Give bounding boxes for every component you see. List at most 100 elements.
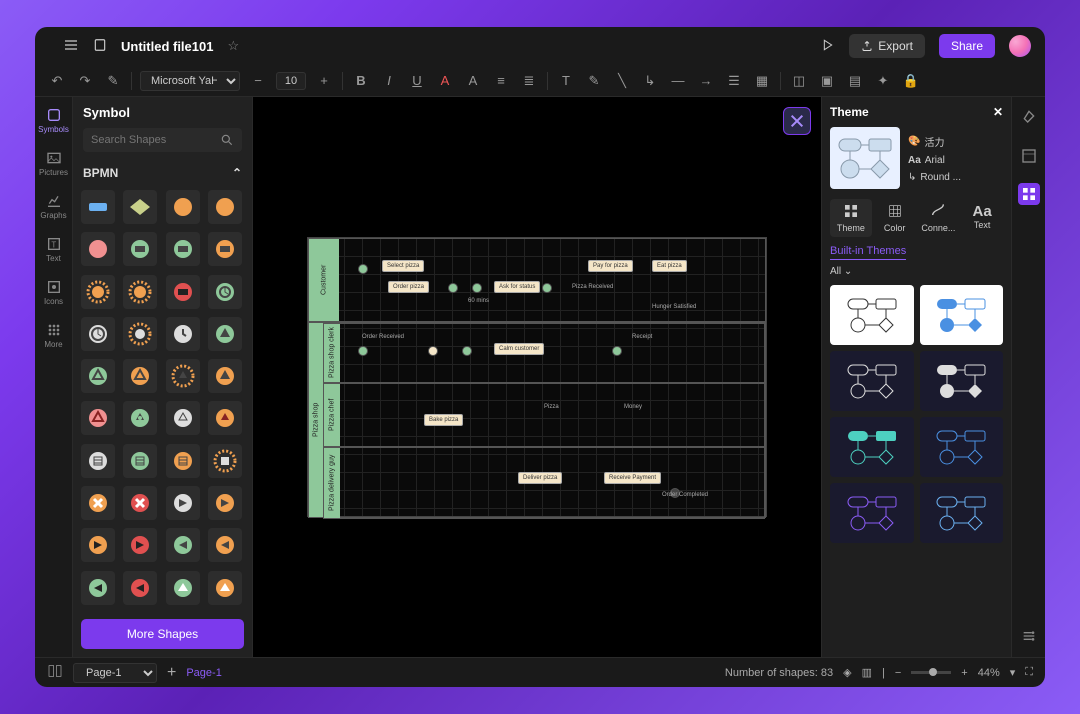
zoom-out-button[interactable]: − [895, 667, 901, 679]
tab-connector[interactable]: Conne... [918, 199, 960, 237]
shape-item[interactable] [208, 444, 242, 478]
shape-item[interactable] [81, 359, 115, 393]
pages-icon[interactable]: ▥ [862, 666, 872, 679]
shape-item[interactable] [208, 486, 242, 520]
rail-icons[interactable]: Icons [38, 275, 70, 310]
theme-card[interactable] [920, 285, 1004, 345]
theme-card[interactable] [830, 483, 914, 543]
play-button[interactable] [819, 37, 835, 56]
zoom-slider[interactable] [911, 671, 951, 674]
ai-assist-icon[interactable] [783, 107, 811, 135]
rail-layout-icon[interactable] [1018, 145, 1040, 167]
bold-icon[interactable]: B [351, 71, 371, 91]
font-size-plus[interactable]: + [314, 71, 334, 91]
shape-item[interactable] [208, 232, 242, 266]
canvas[interactable]: Customer Pizza shop Pizza shop clerk Piz… [253, 97, 821, 657]
shape-item[interactable] [123, 232, 157, 266]
align-vertical-icon[interactable]: ≣ [519, 71, 539, 91]
shape-item[interactable] [81, 232, 115, 266]
page-tab[interactable]: Page-1 [186, 667, 221, 679]
hamburger-menu[interactable] [63, 37, 79, 56]
close-icon[interactable]: ✕ [993, 105, 1003, 119]
list-icon[interactable]: ☰ [724, 71, 744, 91]
shape-item[interactable] [166, 359, 200, 393]
italic-icon[interactable]: I [379, 71, 399, 91]
tab-text[interactable]: Aa Text [961, 199, 1003, 237]
shape-item[interactable] [208, 528, 242, 562]
zoom-level[interactable]: 44% [978, 667, 1000, 679]
file-title[interactable]: Untitled file101 [121, 39, 213, 54]
underline-icon[interactable]: U [407, 71, 427, 91]
outline-icon[interactable] [47, 663, 63, 682]
shape-item[interactable] [123, 528, 157, 562]
zoom-in-button[interactable]: + [961, 667, 967, 679]
shape-item[interactable] [81, 444, 115, 478]
rail-paint-icon[interactable] [1018, 107, 1040, 129]
shape-item[interactable] [166, 486, 200, 520]
tab-color[interactable]: Color [874, 199, 916, 237]
shape-item[interactable] [208, 359, 242, 393]
layer-icon[interactable]: ◫ [789, 71, 809, 91]
tab-theme[interactable]: Theme [830, 199, 872, 237]
rail-more[interactable]: More [38, 318, 70, 353]
pen-tool-icon[interactable]: ✎ [584, 71, 604, 91]
shape-item[interactable] [81, 486, 115, 520]
shape-item[interactable] [166, 401, 200, 435]
shape-item[interactable] [208, 190, 242, 224]
shape-item[interactable] [208, 275, 242, 309]
font-size-input[interactable] [276, 72, 306, 90]
arrow-style-icon[interactable]: → [696, 71, 716, 91]
more-shapes-button[interactable]: More Shapes [81, 619, 244, 649]
shape-item[interactable] [123, 275, 157, 309]
theme-card[interactable] [920, 351, 1004, 411]
rail-settings-icon[interactable] [1018, 625, 1040, 647]
fullscreen-icon[interactable]: ⛶ [1025, 666, 1033, 679]
effects-icon[interactable]: ✦ [873, 71, 893, 91]
search-icon[interactable] [220, 133, 234, 152]
shape-item[interactable] [166, 528, 200, 562]
shape-item[interactable] [123, 359, 157, 393]
theme-filter[interactable]: All ⌄ [830, 266, 1003, 277]
rail-pictures[interactable]: Pictures [38, 146, 70, 181]
undo-icon[interactable]: ↶ [47, 71, 67, 91]
rail-graphs[interactable]: Graphs [38, 189, 70, 224]
font-color-icon[interactable]: A [435, 71, 455, 91]
layers-icon[interactable]: ◈ [843, 666, 851, 679]
rail-text[interactable]: T Text [38, 232, 70, 267]
shape-item[interactable] [166, 317, 200, 351]
theme-card[interactable] [830, 285, 914, 345]
shape-item[interactable] [123, 486, 157, 520]
line-weight-icon[interactable]: — [668, 71, 688, 91]
shape-item[interactable] [81, 275, 115, 309]
shape-item[interactable] [123, 444, 157, 478]
shape-item[interactable] [123, 401, 157, 435]
font-size-minus[interactable]: − [248, 71, 268, 91]
shape-item[interactable] [166, 571, 200, 605]
group-icon[interactable]: ▣ [817, 71, 837, 91]
shape-item[interactable] [81, 528, 115, 562]
category-header[interactable]: BPMN ⌃ [73, 160, 252, 186]
shape-item[interactable] [81, 401, 115, 435]
align-left-icon[interactable]: ≡ [491, 71, 511, 91]
text-tool-icon[interactable]: T [556, 71, 576, 91]
lock-icon[interactable]: 🔒 [901, 71, 921, 91]
theme-card[interactable] [830, 417, 914, 477]
shape-item[interactable] [123, 571, 157, 605]
shape-item[interactable] [81, 317, 115, 351]
font-select[interactable]: Microsoft YaHei [140, 71, 240, 91]
shape-item[interactable] [208, 571, 242, 605]
theme-card[interactable] [920, 417, 1004, 477]
share-button[interactable]: Share [939, 34, 995, 58]
layout-icon[interactable]: ▦ [752, 71, 772, 91]
shape-item[interactable] [123, 317, 157, 351]
user-avatar[interactable] [1009, 35, 1031, 57]
redo-icon[interactable]: ↷ [75, 71, 95, 91]
page-select[interactable]: Page-1 [73, 663, 157, 683]
shape-item[interactable] [208, 401, 242, 435]
line-style-icon[interactable]: ↳ [640, 71, 660, 91]
shape-item[interactable] [166, 275, 200, 309]
export-button[interactable]: Export [849, 34, 925, 58]
rail-symbols[interactable]: Symbols [38, 103, 70, 138]
shape-item[interactable] [81, 571, 115, 605]
shape-item[interactable] [123, 190, 157, 224]
